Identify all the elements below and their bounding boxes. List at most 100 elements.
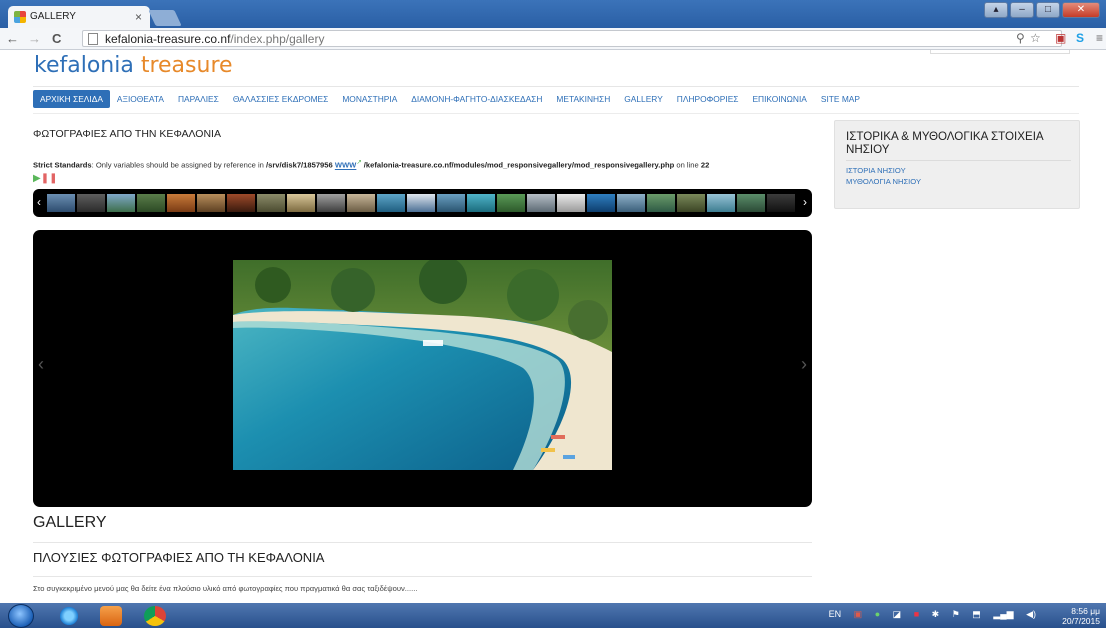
tray-shield-icon[interactable]: ● [875, 609, 880, 619]
reload-icon[interactable]: C [52, 31, 61, 46]
next-image-icon[interactable]: › [801, 354, 807, 375]
warning-path: /srv/disk7/1857956 [266, 160, 333, 170]
taskbar: EN ▣ ● ◪ ■ ✱ ⚑ ⬒ ▂▄▆ ◀) 8:56 μμ 20/7/201… [0, 603, 1106, 628]
thumbnail[interactable] [77, 194, 105, 212]
chrome-icon[interactable] [144, 606, 166, 626]
thumbnail[interactable] [437, 194, 465, 212]
sidebar-link-history[interactable]: ΙΣΤΟΡΙΑ ΝΗΣΙΟΥ [846, 166, 906, 175]
thumbnail[interactable] [287, 194, 315, 212]
thumbnail[interactable] [737, 194, 765, 212]
play-icon[interactable]: ▶ [33, 173, 41, 184]
tray-antivirus-icon[interactable]: ■ [914, 609, 919, 619]
search-box[interactable] [930, 50, 1070, 54]
menu-item-gallery[interactable]: GALLERY [617, 90, 670, 108]
thumbnail[interactable] [647, 194, 675, 212]
media-player-icon[interactable] [100, 606, 122, 626]
www-link[interactable]: WWW [335, 161, 357, 170]
joomla-favicon-icon [14, 11, 26, 23]
skype-icon[interactable]: S [1076, 31, 1084, 45]
browser-toolbar: ← → C kefalonia-treasure.co.nf/index.php… [0, 28, 1106, 50]
thumbnail[interactable] [47, 194, 75, 212]
maximize-button[interactable]: □ [1036, 2, 1060, 18]
menu-item-home[interactable]: ΑΡΧΙΚΗ ΣΕΛΙΔΑ [33, 90, 110, 108]
tray-network-icon[interactable]: ◪ [893, 609, 902, 619]
warning-online: on line [674, 160, 701, 170]
thumbnail[interactable] [137, 194, 165, 212]
thumbnail[interactable] [317, 194, 345, 212]
logo-text-treasure: treasure [140, 53, 233, 78]
window-controls: ▴ – □ ✕ [984, 2, 1100, 18]
warning-label: Strict Standards [33, 160, 92, 170]
divider [33, 86, 1079, 87]
warning-text: : Only variables should be assigned by r… [91, 160, 266, 170]
pause-icon[interactable]: ❚❚ [41, 173, 58, 184]
clock[interactable]: 8:56 μμ 20/7/2015 [1062, 606, 1100, 626]
thumbnail[interactable] [767, 194, 795, 212]
thumbs-prev-icon[interactable]: ‹ [37, 195, 41, 209]
menu-item-monasteries[interactable]: ΜΟΝΑΣΤΗΡΙΑ [335, 90, 404, 108]
divider [33, 113, 1079, 114]
divider [846, 160, 1071, 161]
menu-item-info[interactable]: ΠΛΗΡΟΦΟΡΙΕΣ [670, 90, 746, 108]
close-window-button[interactable]: ✕ [1062, 2, 1100, 18]
thumbnail[interactable] [527, 194, 555, 212]
back-icon[interactable]: ← [6, 31, 19, 46]
thumbnail[interactable] [557, 194, 585, 212]
menu-item-transport[interactable]: ΜΕΤΑΚΙΝΗΣΗ [549, 90, 617, 108]
page-icon [88, 33, 98, 45]
clock-date: 20/7/2015 [1062, 616, 1100, 626]
photos-title: ΦΩΤΟΓΡΑΦΙΕΣ ΑΠΟ ΤΗΝ ΚΕΦΑΛΟΝΙΑ [33, 128, 221, 140]
thumbnail[interactable] [497, 194, 525, 212]
tray-bluetooth-icon[interactable]: ✱ [932, 609, 940, 619]
thumbnail[interactable] [377, 194, 405, 212]
tab-close-icon[interactable]: × [135, 10, 142, 24]
menu-item-sights[interactable]: ΑΞΙΟΘΕΑΤΑ [110, 90, 171, 108]
menu-item-beaches[interactable]: ΠΑΡΑΛΙΕΣ [171, 90, 226, 108]
thumbnail[interactable] [197, 194, 225, 212]
user-icon[interactable]: ▴ [984, 2, 1008, 18]
tray-update-icon[interactable]: ⬒ [972, 609, 981, 619]
tray-volume-icon[interactable]: ◀) [1026, 609, 1036, 619]
menu-icon[interactable]: ≡ [1096, 31, 1103, 45]
browser-tab[interactable]: GALLERY × [8, 6, 150, 28]
thumbnail[interactable] [587, 194, 615, 212]
gallery-subheading: ΠΛΟΥΣΙΕΣ ΦΩΤΟΓΡΑΦΙΕΣ ΑΠΟ ΤΗ ΚΕΦΑΛΟΝΙΑ [33, 550, 325, 565]
thumbnail[interactable] [167, 194, 195, 212]
tray-signal-icon[interactable]: ▂▄▆ [993, 609, 1013, 619]
tray-flag-icon[interactable]: ⚑ [952, 609, 960, 619]
language-indicator[interactable]: EN [829, 609, 842, 619]
start-button[interactable] [8, 604, 34, 628]
beach-photo[interactable] [233, 260, 612, 470]
internet-explorer-icon[interactable] [58, 606, 80, 626]
menu-item-stay-food[interactable]: ΔΙΑΜΟΝΗ-ΦΑΓΗΤΟ-ΔΙΑΣΚΕΔΑΣΗ [404, 90, 549, 108]
menu-item-sea-trips[interactable]: ΘΑΛΑΣΣΙΕΣ ΕΚΔΡΟΜΕΣ [226, 90, 336, 108]
new-tab-button[interactable] [148, 10, 182, 26]
address-bar[interactable]: kefalonia-treasure.co.nf/index.php/galle… [82, 30, 1062, 47]
divider [33, 542, 812, 543]
sidebar-link-mythology[interactable]: ΜΥΘΟΛΟΓΙΑ ΝΗΣΙΟΥ [846, 177, 921, 186]
thumbnail[interactable] [227, 194, 255, 212]
bookmark-star-icon[interactable]: ☆ [1030, 31, 1041, 45]
thumbnail[interactable] [707, 194, 735, 212]
thumbnail[interactable] [257, 194, 285, 212]
thumbnail[interactable] [677, 194, 705, 212]
minimize-button[interactable]: – [1010, 2, 1034, 18]
clock-time: 8:56 μμ [1071, 606, 1100, 616]
menu-item-sitemap[interactable]: SITE MAP [814, 90, 867, 108]
prev-image-icon[interactable]: ‹ [38, 354, 44, 375]
thumbnail[interactable] [617, 194, 645, 212]
tab-title: GALLERY [30, 11, 76, 22]
extension-icon[interactable]: ▣ [1055, 31, 1066, 45]
thumbs-next-icon[interactable]: › [803, 195, 807, 209]
thumbnail[interactable] [347, 194, 375, 212]
menu-item-contact[interactable]: ΕΠΙΚΟΙΝΩΝΙΑ [745, 90, 813, 108]
thumbnail[interactable] [467, 194, 495, 212]
forward-icon[interactable]: → [28, 31, 41, 46]
gallery-description: Στο συγκεκριμένο μενού μας θα δείτε ένα … [33, 584, 418, 593]
thumbnail[interactable] [107, 194, 135, 212]
browser-titlebar: GALLERY × ▴ – □ ✕ [0, 0, 1106, 28]
thumbnail[interactable] [407, 194, 435, 212]
tray-app-icon[interactable]: ▣ [854, 609, 863, 619]
zoom-search-icon[interactable]: ⚲ [1016, 31, 1025, 45]
site-logo[interactable]: kefalonia treasure [34, 53, 233, 78]
